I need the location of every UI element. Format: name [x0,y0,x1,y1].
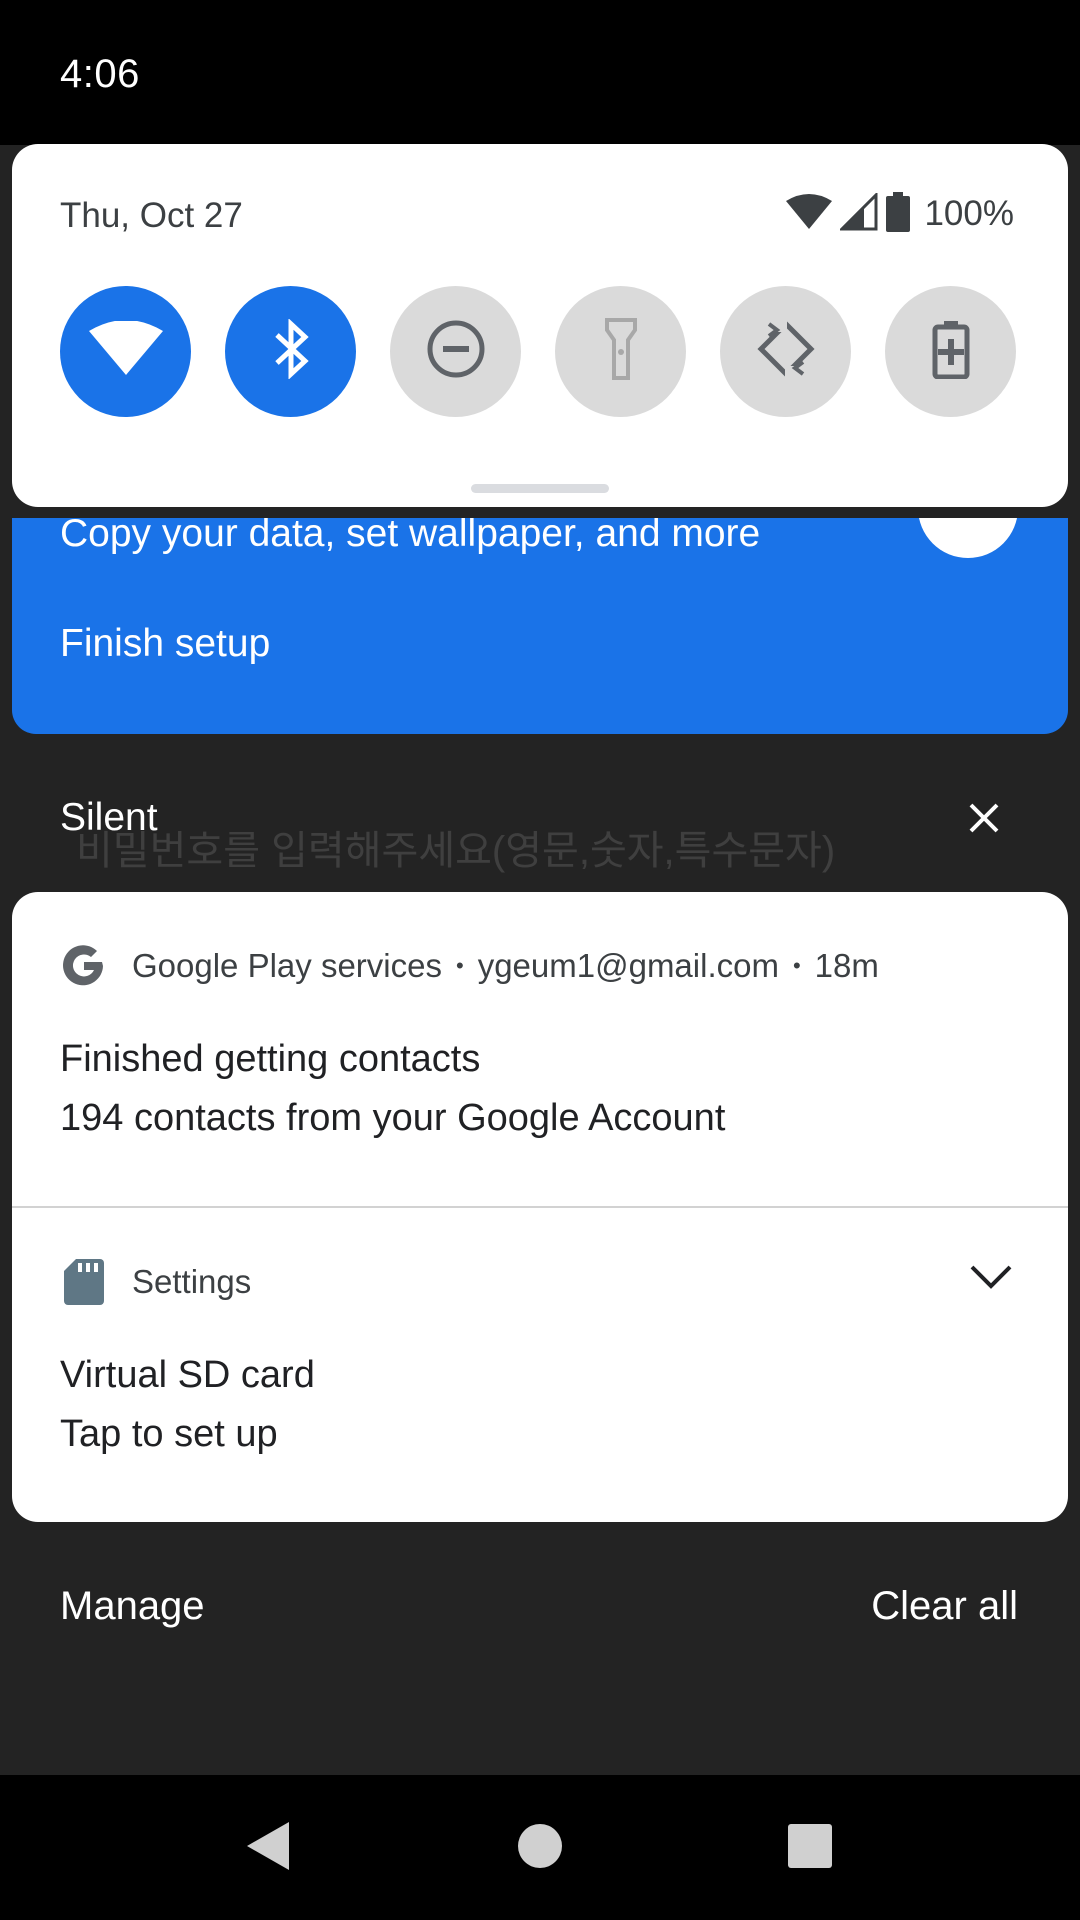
quick-settings-tiles [60,286,1016,417]
notification-settings[interactable]: Settings Virtual SD card Tap to set up [12,1208,1068,1522]
setup-icon [918,518,1018,558]
background-app-text: 비밀번호를 입력해주세요(영문,숫자,특수문자) [76,829,836,873]
battery-saver-tile[interactable] [885,286,1016,417]
do-not-disturb-tile[interactable] [390,286,521,417]
close-silent-button[interactable] [960,796,1008,844]
notification-app-name: Settings [132,1263,252,1300]
finish-setup-label[interactable]: Finish setup [60,622,270,666]
wifi-signal-icon [786,193,833,235]
notification-header: Google Play services • ygeum1@gmail.com … [60,942,879,990]
navigation-bar [0,1775,1080,1920]
bluetooth-icon [271,318,311,384]
silent-section-header: Silent [60,796,158,839]
date-label[interactable]: Thu, Oct 27 [60,196,243,236]
separator-dot: • [455,953,464,978]
back-button[interactable] [233,1813,303,1883]
drag-handle[interactable] [471,484,609,493]
google-g-icon [60,942,108,990]
battery-percent: 100% [924,194,1014,233]
battery-icon [886,191,911,237]
notification-text: 194 contacts from your Google Account [60,1097,726,1139]
notification-title: Finished getting contacts [60,1038,481,1080]
status-bar: 4:06 [0,0,1080,145]
recents-icon [787,1823,833,1874]
notification-account: ygeum1@gmail.com [477,947,779,984]
flashlight-tile[interactable] [555,286,686,417]
close-icon [968,802,1000,839]
auto-rotate-tile[interactable] [720,286,851,417]
notification-title: Virtual SD card [60,1354,315,1396]
battery-saver-icon [932,319,970,384]
notification-text: Tap to set up [60,1413,278,1455]
setup-subtitle: Copy your data, set wallpaper, and more [60,518,761,555]
home-button[interactable] [505,1813,575,1883]
home-icon [517,1823,563,1874]
clear-all-button[interactable]: Clear all [871,1584,1018,1629]
separator-dot: • [792,953,801,978]
expand-button[interactable] [966,1254,1016,1304]
bluetooth-tile[interactable] [225,286,356,417]
notification-time: 18m [814,947,879,984]
back-icon [245,1820,291,1877]
flashlight-icon [604,318,638,385]
notification-app-name: Google Play services [132,947,442,984]
wifi-tile[interactable] [60,286,191,417]
clock: 4:06 [60,52,140,96]
finish-setup-card[interactable]: Copy your data, set wallpaper, and more … [12,518,1068,734]
wifi-icon [88,320,163,382]
chevron-down-icon [969,1263,1013,1296]
sd-card-icon [60,1258,108,1306]
recents-button[interactable] [775,1813,845,1883]
system-status-icons: 100% [786,190,1014,237]
manage-button[interactable]: Manage [60,1584,205,1629]
notifications-card: Google Play services • ygeum1@gmail.com … [12,892,1068,1522]
cell-signal-icon [838,190,878,236]
quick-settings-panel: Thu, Oct 27 100% [12,144,1068,507]
do-not-disturb-icon [426,319,486,384]
notification-google-play[interactable]: Google Play services • ygeum1@gmail.com … [12,892,1068,1206]
auto-rotate-icon [755,318,817,385]
notification-header: Settings [60,1258,251,1306]
